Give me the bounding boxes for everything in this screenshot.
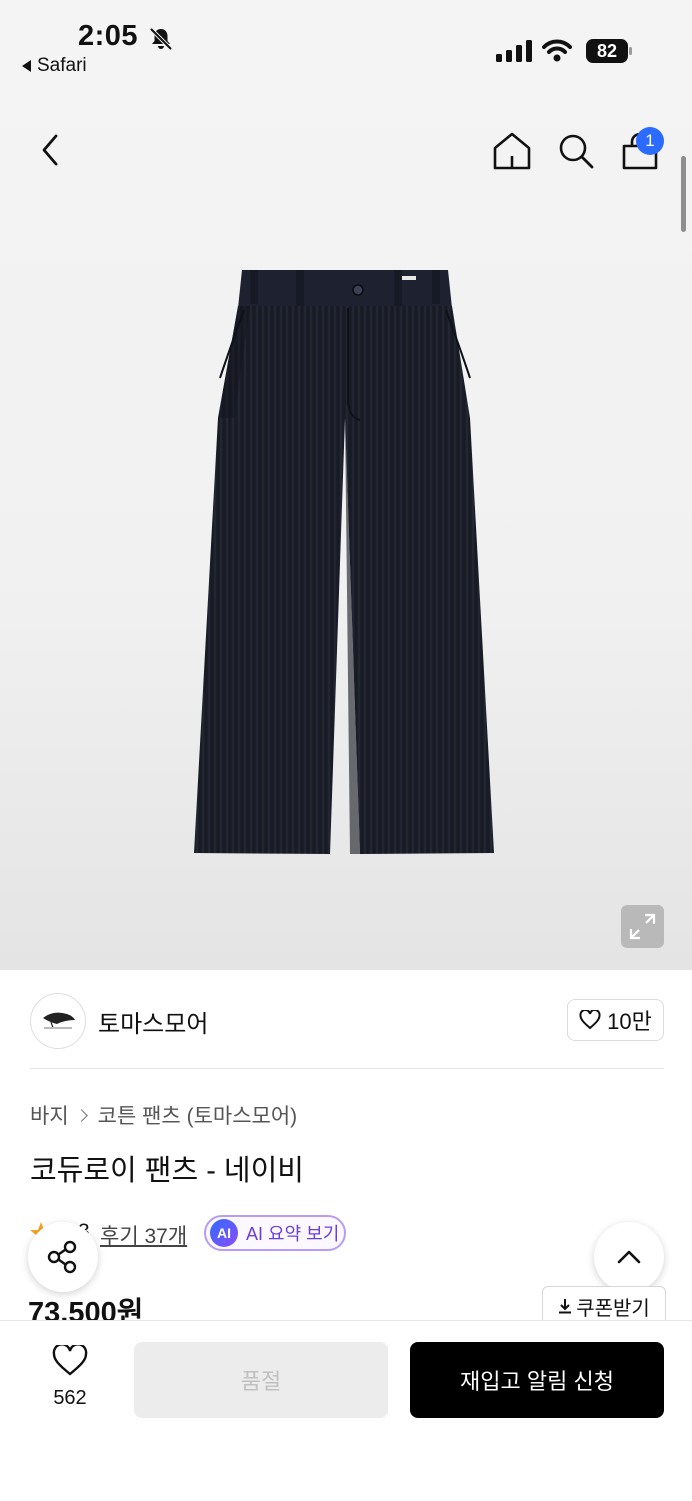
expand-icon (629, 913, 656, 940)
bell-muted-icon (149, 27, 173, 51)
scroll-to-top-button[interactable] (594, 1222, 664, 1292)
back-app-label: Safari (37, 55, 87, 76)
brand-logo[interactable] (30, 993, 86, 1049)
chevron-right-icon (74, 1108, 88, 1122)
back-chevron-icon[interactable] (36, 130, 66, 170)
cellular-signal-icon (496, 40, 532, 62)
search-icon[interactable] (555, 130, 597, 172)
soldout-button: 품절 (134, 1342, 388, 1418)
coupon-label: 쿠폰받기 (576, 1297, 650, 1320)
heart-outline-icon (52, 1343, 88, 1376)
back-arrow-icon (22, 60, 31, 72)
product-title: 코듀로이 팬츠 - 네이비 (30, 1155, 304, 1187)
brand-name[interactable]: 토마스모어 (98, 1004, 208, 1039)
product-image-pants (194, 270, 494, 854)
share-icon (47, 1240, 77, 1274)
breadcrumb-category[interactable]: 바지 (30, 1100, 69, 1130)
battery-level: 82 (596, 40, 618, 61)
status-time: 2:05 (78, 20, 139, 52)
download-icon (559, 1299, 572, 1314)
brand-like-count: 10만 (607, 1009, 652, 1034)
ai-summary-button[interactable]: AI AI 요약 보기 (204, 1215, 346, 1251)
ai-summary-label: AI 요약 보기 (246, 1224, 340, 1244)
home-icon[interactable] (490, 130, 534, 172)
ai-badge-icon: AI (210, 1219, 238, 1247)
reviews-link[interactable]: 후기 37개 (100, 1220, 187, 1250)
wishlist-count: 562 (53, 1387, 87, 1409)
divider (30, 1068, 664, 1069)
share-button[interactable] (28, 1222, 98, 1292)
back-to-app-link[interactable]: Safari (22, 55, 87, 77)
heart-icon (579, 1010, 601, 1030)
breadcrumb-subcategory[interactable]: 코튼 팬츠 (토마스모어) (98, 1100, 298, 1130)
wifi-icon (542, 39, 572, 62)
scrollbar-thumb[interactable] (681, 156, 686, 232)
restock-alert-button[interactable]: 재입고 알림 신청 (410, 1342, 664, 1418)
breadcrumb: 바지 코튼 팬츠 (토마스모어) (30, 1100, 297, 1130)
brand-logo-mark (43, 1012, 75, 1029)
chevron-up-icon (617, 1250, 641, 1264)
battery-indicator: 82 (586, 38, 634, 64)
cart-count-badge: 1 (636, 127, 664, 155)
brand-like-button[interactable]: 10만 (567, 999, 664, 1041)
fullscreen-expand-button[interactable] (621, 905, 664, 948)
